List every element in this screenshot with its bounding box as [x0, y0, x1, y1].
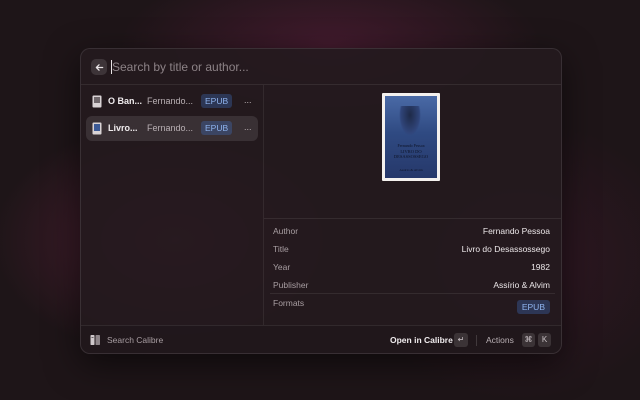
- actions-button[interactable]: Actions: [486, 335, 514, 345]
- metadata-value: Assírio & Alvim: [493, 280, 550, 290]
- metadata-value: 1982: [531, 262, 550, 272]
- metadata-value: Fernando Pessoa: [482, 226, 550, 236]
- metadata-row-title: Title Livro do Desassossego: [264, 239, 561, 257]
- book-icon: [92, 95, 102, 108]
- item-author: Fernando...: [147, 123, 194, 133]
- cover-publisher: Assírio & Alvim: [399, 168, 423, 172]
- open-in-calibre-button[interactable]: Open in Calibre: [390, 335, 453, 345]
- list-item-selected[interactable]: Livro... Fernando... EPUB ...: [86, 116, 258, 141]
- metadata-value: Livro do Desassossego: [461, 244, 550, 254]
- metadata-row-publisher: Publisher Assírio & Alvim: [264, 275, 561, 293]
- metadata-row-formats: Formats EPUB: [264, 294, 561, 320]
- metadata-list: Author Fernando Pessoa Title Livro do De…: [264, 218, 561, 320]
- return-key-hint: ↵: [454, 333, 468, 347]
- k-key-hint: K: [538, 333, 551, 347]
- cover-author: Fernando Pessoa: [397, 143, 425, 148]
- format-badge: EPUB: [201, 121, 233, 135]
- item-title: O Ban...: [108, 96, 143, 106]
- metadata-label: Year: [273, 262, 291, 272]
- arrow-left-icon: [95, 63, 103, 71]
- format-badge: EPUB: [516, 300, 550, 314]
- item-more: ...: [244, 122, 252, 132]
- metadata-label: Formats: [273, 298, 305, 308]
- back-button[interactable]: [91, 59, 107, 75]
- calibre-books-icon: [90, 335, 100, 345]
- metadata-label: Publisher: [273, 280, 309, 290]
- metadata-label: Author: [273, 226, 299, 236]
- item-title: Livro...: [108, 123, 138, 133]
- search-bar: [81, 49, 561, 85]
- detail-panel: Fernando Pessoa LIVRO DO DESASSOSSEGO As…: [264, 85, 561, 325]
- book-cover: Fernando Pessoa LIVRO DO DESASSOSSEGO As…: [382, 93, 440, 181]
- item-more: ...: [244, 95, 252, 105]
- cover-figure: [399, 106, 421, 136]
- metadata-label: Title: [273, 244, 289, 254]
- metadata-row-year: Year 1982: [264, 257, 561, 275]
- metadata-row-author: Author Fernando Pessoa: [264, 221, 561, 239]
- extension-label: Search Calibre: [107, 335, 164, 345]
- action-bar: Search Calibre Open in Calibre ↵ Actions…: [81, 325, 561, 353]
- item-author: Fernando...: [147, 96, 194, 106]
- cover-title: LIVRO DO DESASSOSSEGO: [393, 149, 429, 159]
- format-badge: EPUB: [201, 94, 233, 108]
- search-input[interactable]: [112, 57, 532, 77]
- action-divider: [476, 335, 477, 346]
- book-icon: [92, 122, 102, 135]
- command-key-hint: ⌘: [522, 333, 535, 347]
- launcher-window: O Ban... Fernando... EPUB ... Livro... F…: [80, 48, 562, 354]
- results-list: O Ban... Fernando... EPUB ... Livro... F…: [81, 85, 264, 325]
- cover-image: Fernando Pessoa LIVRO DO DESASSOSSEGO As…: [385, 96, 437, 178]
- list-item[interactable]: O Ban... Fernando... EPUB ...: [86, 89, 258, 114]
